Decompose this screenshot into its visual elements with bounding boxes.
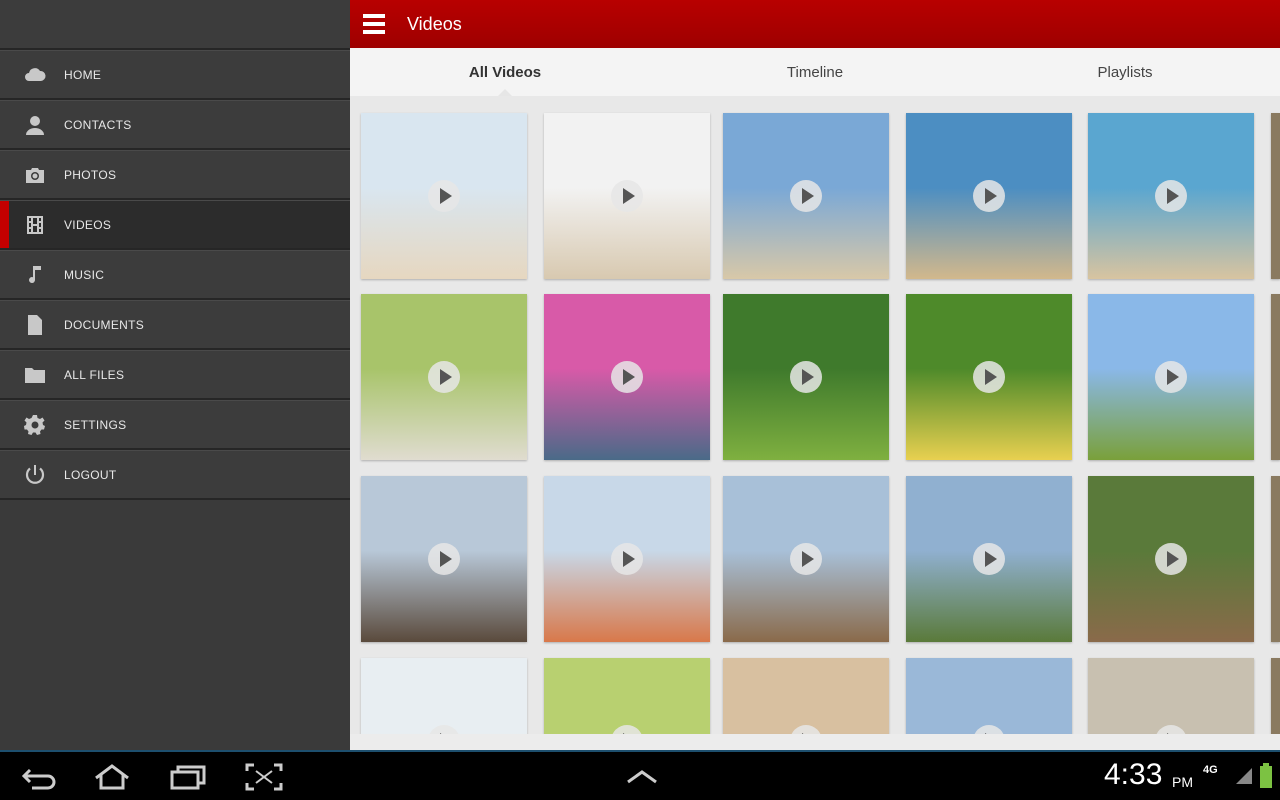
- video-thumbnail[interactable]: [1088, 658, 1254, 734]
- play-icon[interactable]: [611, 543, 643, 575]
- sidebar-item-label: PHOTOS: [64, 167, 117, 182]
- drawer-header: [0, 0, 350, 50]
- signal-icon: [1234, 766, 1254, 791]
- home-icon[interactable]: [92, 762, 132, 792]
- system-navigation-bar: 4:33 PM 4G: [0, 752, 1280, 800]
- play-icon[interactable]: [428, 361, 460, 393]
- video-thumbnail[interactable]: [544, 476, 710, 642]
- chevron-up-icon[interactable]: [622, 762, 662, 792]
- tab-playlists[interactable]: Playlists: [970, 48, 1280, 96]
- recent-apps-icon[interactable]: [168, 762, 208, 792]
- grid-bottom-strip: [350, 734, 1280, 750]
- video-thumbnail[interactable]: [906, 476, 1072, 642]
- sidebar-item-logout[interactable]: LOGOUT: [0, 450, 350, 500]
- sidebar-item-label: SETTINGS: [64, 417, 127, 432]
- play-icon[interactable]: [973, 180, 1005, 212]
- play-icon[interactable]: [611, 180, 643, 212]
- document-icon: [20, 313, 50, 337]
- video-thumbnail[interactable]: [906, 294, 1072, 460]
- play-icon[interactable]: [973, 361, 1005, 393]
- play-icon[interactable]: [790, 725, 822, 734]
- tab-bar: All Videos Timeline Playlists: [350, 48, 1280, 97]
- video-thumbnail[interactable]: [361, 658, 527, 734]
- play-icon[interactable]: [611, 725, 643, 734]
- play-icon[interactable]: [1155, 361, 1187, 393]
- sidebar-item-all-files[interactable]: ALL FILES: [0, 350, 350, 400]
- video-thumbnail[interactable]: [544, 658, 710, 734]
- music-note-icon: [20, 263, 50, 287]
- sidebar-item-photos[interactable]: PHOTOS: [0, 150, 350, 200]
- video-thumbnail-partial[interactable]: [1271, 294, 1280, 460]
- play-icon[interactable]: [428, 180, 460, 212]
- clock-ampm: PM: [1172, 774, 1193, 790]
- sidebar-item-home[interactable]: HOME: [0, 50, 350, 100]
- play-icon[interactable]: [1155, 543, 1187, 575]
- sidebar-item-label: MUSIC: [64, 267, 105, 282]
- tab-all-videos[interactable]: All Videos: [350, 48, 660, 97]
- sidebar-item-label: ALL FILES: [64, 367, 125, 382]
- play-icon[interactable]: [428, 543, 460, 575]
- video-thumbnail[interactable]: [723, 113, 889, 279]
- video-thumbnail[interactable]: [723, 658, 889, 734]
- sidebar-item-documents[interactable]: DOCUMENTS: [0, 300, 350, 350]
- video-thumbnail[interactable]: [544, 294, 710, 460]
- play-icon[interactable]: [428, 725, 460, 734]
- sidebar-item-label: HOME: [64, 67, 102, 82]
- network-type: 4G: [1203, 764, 1218, 776]
- video-thumbnail[interactable]: [906, 113, 1072, 279]
- video-thumbnail-partial[interactable]: [1271, 476, 1280, 642]
- sidebar-item-label: CONTACTS: [64, 117, 132, 132]
- gear-icon: [20, 413, 50, 437]
- menu-icon[interactable]: [363, 14, 385, 34]
- video-grid: [350, 96, 1280, 734]
- play-icon[interactable]: [790, 180, 822, 212]
- person-icon: [20, 113, 50, 137]
- battery-icon: [1260, 763, 1272, 788]
- video-thumbnail[interactable]: [1088, 476, 1254, 642]
- video-thumbnail[interactable]: [1088, 113, 1254, 279]
- video-thumbnail[interactable]: [723, 294, 889, 460]
- video-thumbnail[interactable]: [361, 476, 527, 642]
- play-icon[interactable]: [790, 361, 822, 393]
- play-icon[interactable]: [611, 361, 643, 393]
- play-icon[interactable]: [973, 543, 1005, 575]
- sidebar-item-label: LOGOUT: [64, 467, 117, 482]
- film-icon: [20, 213, 50, 237]
- action-bar: Videos: [350, 0, 1280, 48]
- sidebar-item-label: VIDEOS: [64, 217, 112, 232]
- play-icon[interactable]: [790, 543, 822, 575]
- tab-timeline[interactable]: Timeline: [660, 48, 970, 96]
- back-icon[interactable]: [18, 762, 58, 792]
- sidebar-item-videos[interactable]: VIDEOS: [0, 200, 350, 250]
- play-icon[interactable]: [973, 725, 1005, 734]
- video-thumbnail[interactable]: [361, 294, 527, 460]
- navigation-drawer: HOME CONTACTS PHOTOS VIDEOS MUSIC DOCUMENTS AL…: [0, 0, 351, 750]
- video-thumbnail[interactable]: [906, 658, 1072, 734]
- folder-icon: [20, 363, 50, 387]
- video-thumbnail[interactable]: [723, 476, 889, 642]
- play-icon[interactable]: [1155, 180, 1187, 212]
- screenshot-icon[interactable]: [244, 762, 284, 792]
- video-thumbnail-partial[interactable]: [1271, 113, 1280, 279]
- sidebar-item-contacts[interactable]: CONTACTS: [0, 100, 350, 150]
- video-thumbnail-partial[interactable]: [1271, 658, 1280, 734]
- cloud-icon: [20, 63, 50, 87]
- video-thumbnail[interactable]: [544, 113, 710, 279]
- video-thumbnail[interactable]: [1088, 294, 1254, 460]
- camera-icon: [20, 163, 50, 187]
- video-thumbnail[interactable]: [361, 113, 527, 279]
- clock-time: 4:33: [1104, 758, 1163, 791]
- nav-list: HOME CONTACTS PHOTOS VIDEOS MUSIC DOCUMENTS AL…: [0, 50, 350, 500]
- sidebar-item-settings[interactable]: SETTINGS: [0, 400, 350, 450]
- power-icon: [20, 463, 50, 487]
- sidebar-item-label: DOCUMENTS: [64, 317, 145, 332]
- page-title: Videos: [407, 13, 462, 34]
- play-icon[interactable]: [1155, 725, 1187, 734]
- sidebar-item-music[interactable]: MUSIC: [0, 250, 350, 300]
